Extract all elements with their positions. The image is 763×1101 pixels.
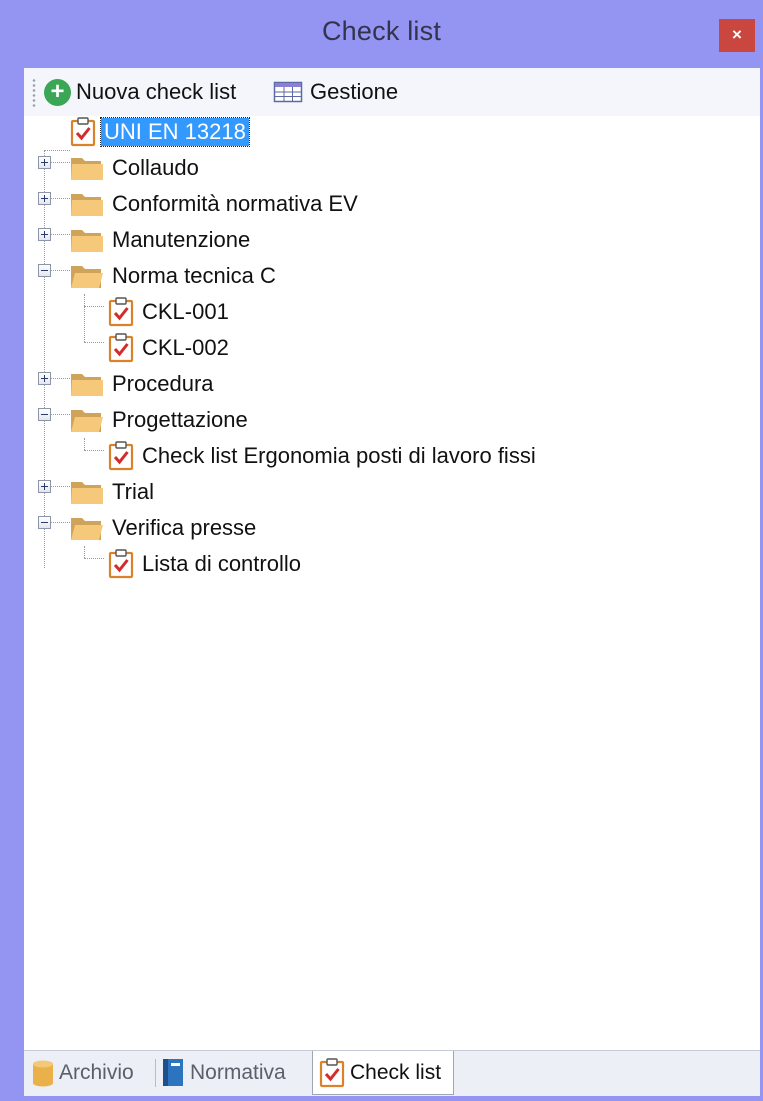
- tree-folder-label: Verifica presse: [112, 515, 257, 540]
- tab-archivio[interactable]: Archivio: [32, 1051, 134, 1095]
- expand-toggle[interactable]: [38, 228, 51, 241]
- tree-root-node[interactable]: UNI EN 13218: [70, 116, 250, 148]
- clipboard-check-icon: [108, 549, 134, 579]
- tree-folder-label: Norma tecnica C: [112, 263, 276, 288]
- expand-toggle[interactable]: [38, 372, 51, 385]
- tree-folder-label: Conformità normativa EV: [112, 191, 358, 216]
- tree-folder-procedura[interactable]: Procedura: [70, 368, 217, 400]
- tab-label: Normativa: [190, 1061, 286, 1084]
- clipboard-check-icon: [108, 297, 134, 327]
- tree-item-label: CKL-001: [142, 299, 229, 324]
- expand-toggle[interactable]: [38, 480, 51, 493]
- folder-icon: [71, 230, 103, 252]
- tab-label: Check list: [350, 1060, 442, 1084]
- tree-item-lista-di-controllo[interactable]: Lista di controllo: [108, 548, 304, 580]
- tree-folder-verifica-presse[interactable]: Verifica presse: [70, 512, 259, 544]
- tree-folder-label: Procedura: [112, 371, 214, 396]
- tree-folder-manutenzione[interactable]: Manutenzione: [70, 224, 253, 256]
- folder-icon: [71, 482, 103, 504]
- open-folder-icon: [71, 410, 103, 432]
- new-check-list-button[interactable]: + Nuova check list: [44, 76, 236, 108]
- toolbar-grip[interactable]: [32, 78, 36, 108]
- clipboard-check-icon: [70, 117, 96, 147]
- tree-item-label: Check list Ergonomia posti di lavoro fis…: [142, 443, 536, 468]
- tree-folder-trial[interactable]: Trial: [70, 476, 157, 508]
- tree-folder-progettazione[interactable]: Progettazione: [70, 404, 251, 436]
- tree-folder-conformita-normativa-ev[interactable]: Conformità normativa EV: [70, 188, 361, 220]
- manage-label: Gestione: [310, 79, 399, 104]
- database-icon: [33, 1060, 53, 1087]
- clipboard-check-icon: [319, 1057, 345, 1087]
- title-bar[interactable]: Check list ×: [0, 0, 763, 68]
- tree-folder-norma-tecnica-c[interactable]: Norma tecnica C: [70, 260, 279, 292]
- tree-folder-label: Manutenzione: [112, 227, 251, 252]
- collapse-toggle[interactable]: [38, 264, 51, 277]
- manage-button[interactable]: Gestione: [273, 76, 398, 108]
- clipboard-check-icon: [108, 441, 134, 471]
- folder-icon: [71, 194, 103, 216]
- tree-item-ckl-002[interactable]: CKL-002: [108, 332, 232, 364]
- toolbar: + Nuova check list Gestione: [24, 68, 760, 116]
- tree-item-ckl-001[interactable]: CKL-001: [108, 296, 232, 328]
- book-icon: [163, 1059, 183, 1086]
- folder-icon: [71, 158, 103, 180]
- check-list-window: Check list × + Nuova check list Gestione: [0, 0, 763, 1101]
- table-grid-icon: [273, 81, 303, 103]
- tree-item-ergonomia[interactable]: Check list Ergonomia posti di lavoro fis…: [108, 440, 539, 472]
- tab-normativa[interactable]: Normativa: [161, 1051, 286, 1095]
- collapse-toggle[interactable]: [38, 408, 51, 421]
- add-circle-icon: +: [44, 78, 71, 106]
- expand-toggle[interactable]: [38, 192, 51, 205]
- tree-folder-collaudo[interactable]: Collaudo: [70, 152, 202, 184]
- check-list-panel: + Nuova check list Gestione UNI EN 13218…: [24, 68, 760, 1050]
- bottom-tab-strip: Archivio Normativa Check list: [24, 1050, 760, 1096]
- tree-folder-label: Trial: [112, 479, 154, 504]
- tree-item-label: Lista di controllo: [142, 551, 301, 576]
- expand-toggle[interactable]: [38, 156, 51, 169]
- tree-item-label: CKL-002: [142, 335, 229, 360]
- tree-root-label: UNI EN 13218: [100, 117, 250, 147]
- tab-check-list[interactable]: Check list: [312, 1051, 455, 1095]
- open-folder-icon: [71, 266, 103, 288]
- folder-icon: [71, 374, 103, 396]
- tree-folder-label: Collaudo: [112, 155, 199, 180]
- tree-folder-label: Progettazione: [112, 407, 248, 432]
- collapse-toggle[interactable]: [38, 516, 51, 529]
- close-button[interactable]: ×: [719, 19, 755, 52]
- open-folder-icon: [71, 518, 103, 540]
- clipboard-check-icon: [108, 333, 134, 363]
- check-list-tree: UNI EN 13218 Collaudo Conformità normati…: [24, 116, 760, 1050]
- tab-label: Archivio: [59, 1061, 134, 1084]
- window-title: Check list: [321, 16, 442, 46]
- new-check-list-label: Nuova check list: [76, 79, 237, 104]
